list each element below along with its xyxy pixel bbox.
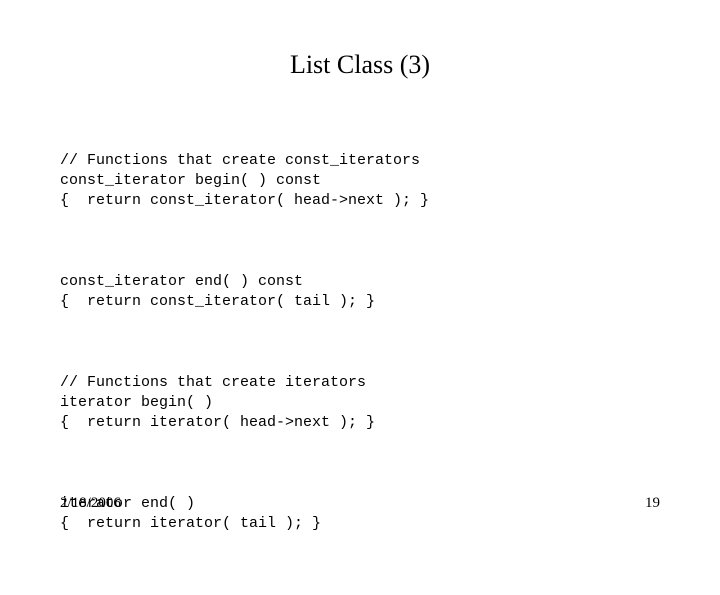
footer-date: 2/18/2006: [60, 495, 121, 512]
code-line: // Functions that create iterators: [60, 374, 366, 391]
code-line: { return const_iterator( head->next ); }: [60, 192, 429, 209]
code-line: { return iterator( head->next ); }: [60, 414, 375, 431]
code-line: const_iterator begin( ) const: [60, 172, 321, 189]
code-line: const_iterator end( ) const: [60, 273, 303, 290]
code-line: { return const_iterator( tail ); }: [60, 293, 375, 310]
slide-title: List Class (3): [60, 50, 660, 80]
footer-page-number: 19: [645, 495, 660, 512]
code-section-3: // Functions that create iterators itera…: [60, 373, 660, 434]
slide-footer: 2/18/2006 19: [60, 495, 660, 512]
code-line: // Functions that create const_iterators: [60, 152, 420, 169]
slide-container: List Class (3) // Functions that create …: [0, 0, 720, 540]
code-section-2: const_iterator end( ) const { return con…: [60, 272, 660, 313]
code-content: // Functions that create const_iterators…: [60, 110, 660, 595]
code-section-1: // Functions that create const_iterators…: [60, 151, 660, 212]
code-line: { return iterator( tail ); }: [60, 515, 321, 532]
code-line: iterator begin( ): [60, 394, 213, 411]
